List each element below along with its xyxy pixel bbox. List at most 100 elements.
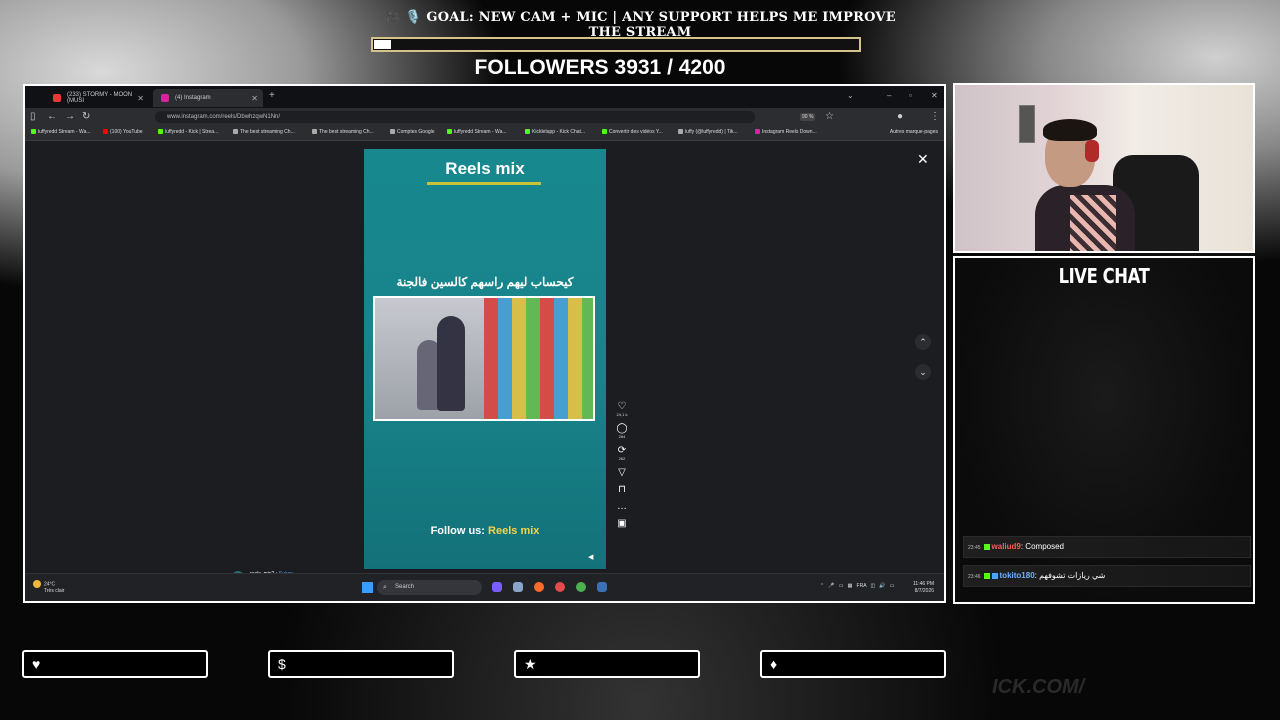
next-reel-button[interactable]: ⌄ <box>915 364 931 380</box>
video-scene-shelf <box>484 298 593 419</box>
address-bar: ▯ ← → ↻ www.instagram.com/reels/DbwhzqwN… <box>25 108 944 126</box>
other-bookmarks[interactable]: Autres marque-pages <box>890 129 938 135</box>
bookmark-item[interactable]: luffyredd Stream - Wa... <box>447 129 507 135</box>
share-icon[interactable]: ▽ <box>615 467 629 478</box>
bookmark-item[interactable]: The best streaming Ch... <box>312 129 374 135</box>
profile-icon[interactable]: ● <box>897 111 903 122</box>
menu-icon[interactable]: ⋮ <box>930 111 940 122</box>
reel-video-panel[interactable]: Reels mix كيحساب ليهم راسهم كالسين فالجن… <box>364 149 606 569</box>
kick-badge-icon <box>983 572 990 579</box>
bookmarks-bar: luffyredd Stream - Wa... (100) YouTube l… <box>25 126 944 141</box>
chat-time: 23:45 <box>968 545 981 551</box>
bookmark-item[interactable]: luffyredd - Kick | Strea... <box>158 129 218 135</box>
social-panel-drop: ♦ <box>760 650 946 678</box>
reel-video-frame[interactable] <box>373 296 595 421</box>
taskbar-clock[interactable]: 11:46 PM 8/7/2026 <box>913 581 934 595</box>
chat-username: tokito180 <box>999 571 1035 580</box>
close-window-button[interactable]: ✕ <box>931 91 938 100</box>
forward-button[interactable]: → <box>65 111 75 122</box>
bookmark-item[interactable]: The best streaming Ch... <box>233 129 295 135</box>
star-icon: ★ <box>524 656 537 672</box>
streamer-hair <box>1043 119 1097 141</box>
system-tray[interactable]: ⌃ 🎤 ▭ ▦ FRA ◫ 🔊 ▭ <box>820 583 894 589</box>
close-icon[interactable]: ✕ <box>917 151 929 168</box>
more-icon[interactable]: … <box>615 501 629 512</box>
reposts-count: 262 <box>618 456 626 461</box>
live-chat-title: LIVE CHAT <box>1058 264 1150 288</box>
reload-button[interactable]: ↻ <box>82 111 90 122</box>
reel-title: Reels mix <box>445 159 525 178</box>
heart-icon: ♥ <box>32 656 41 672</box>
kick-watermark: ICK.COM/ <box>992 676 1085 698</box>
clock-time: 11:46 PM <box>913 581 935 587</box>
sidebar-icon[interactable]: ▯ <box>30 111 36 122</box>
bookmark-item[interactable]: Instagram Reels Down... <box>755 129 817 135</box>
chrome-icon[interactable] <box>576 582 586 592</box>
dollar-icon: $ <box>278 656 286 672</box>
clock-date: 8/7/2026 <box>914 588 935 594</box>
live-chat-panel: LIVE CHAT 23:45 waliud9: Composed 23:46 to… <box>953 256 1255 604</box>
followers-counter: FOLLOWERS 3931 / 4200 <box>474 56 726 79</box>
back-button[interactable]: ← <box>47 111 57 122</box>
minimize-button[interactable]: – <box>887 91 891 100</box>
social-panel-dollar: $ <box>268 650 454 678</box>
likes-count: 24,1 k <box>616 412 628 417</box>
bookmark-star-icon[interactable]: ☆ <box>825 111 834 122</box>
title-underline <box>427 182 541 185</box>
language-indicator[interactable]: FRA <box>857 583 867 589</box>
previous-reel-button[interactable]: ⌃ <box>915 334 931 350</box>
tab-youtube[interactable]: (233) STORMY - MOON (MUSI ✕ <box>45 89 149 107</box>
steam-icon[interactable] <box>597 582 607 592</box>
follow-brand: Reels mix <box>488 525 540 537</box>
search-placeholder: Search <box>395 584 415 590</box>
close-tab-icon[interactable]: ✕ <box>137 94 144 103</box>
tab-label: (4) Instagram <box>175 95 211 101</box>
moon-icon <box>33 580 41 588</box>
weather-widget[interactable]: 24°C Très clair <box>33 580 64 595</box>
comments-count: 264 <box>618 434 626 439</box>
dropdown-icon[interactable]: ⌄ <box>847 91 854 100</box>
bookmark-item[interactable]: Comptes Google <box>390 129 435 135</box>
windows-taskbar: 24°C Très clair ⌕ Search ⌃ 🎤 ▭ ▦ FRA ◫ 🔊… <box>25 573 944 601</box>
zoom-badge[interactable]: 90 % <box>800 113 816 121</box>
discord-icon[interactable] <box>492 582 502 592</box>
bookmark-item[interactable]: luffyredd Stream - Wa... <box>31 129 91 135</box>
weather-status: Très clair <box>44 588 65 595</box>
repost-icon[interactable]: ⟳ <box>615 445 629 456</box>
audio-thumb-icon[interactable]: ▣ <box>615 518 629 529</box>
webcam-feed <box>953 83 1255 253</box>
windows-start-icon[interactable] <box>362 582 373 593</box>
file-explorer-icon[interactable] <box>513 582 523 592</box>
comment-icon[interactable]: ◯ <box>615 423 629 434</box>
bookmark-item[interactable]: Kickletapp - Kick Chat... <box>525 129 585 135</box>
save-icon[interactable]: ⊓ <box>615 484 629 495</box>
chat-username: waliud9 <box>991 542 1021 551</box>
temperature: 24°C <box>44 581 56 588</box>
bookmark-item[interactable]: luffy (@luffyredd) | Tik... <box>678 129 738 135</box>
subscriber-badge-icon <box>991 572 998 579</box>
url-input[interactable]: www.instagram.com/reels/DbwhzqwN1Nn/ <box>155 111 755 123</box>
social-panel-heart: ♥ <box>22 650 208 678</box>
follow-prefix: Follow us: <box>430 525 489 537</box>
bookmark-item[interactable]: Convertir des vidéos Y... <box>602 129 663 135</box>
obs-icon[interactable] <box>555 582 565 592</box>
browser-window: (233) STORMY - MOON (MUSI ✕ (4) Instagra… <box>23 84 946 603</box>
firefox-icon[interactable] <box>534 582 544 592</box>
reel-caption: كيحساب ليهم راسهم كالسين فالجنة <box>396 275 574 289</box>
headset <box>1085 140 1099 162</box>
taskbar-search[interactable]: ⌕ Search <box>377 580 482 595</box>
streamer-shirt <box>1070 195 1116 251</box>
kick-badge-icon <box>983 543 990 550</box>
tab-instagram[interactable]: (4) Instagram ✕ <box>153 89 263 107</box>
follow-us-text: Follow us: Reels mix <box>364 525 606 537</box>
sound-icon[interactable]: ◀ <box>588 553 593 561</box>
maximize-button[interactable]: ▫ <box>909 91 912 100</box>
wall-picture <box>1019 105 1035 143</box>
goal-progress-fill <box>374 40 391 49</box>
heart-icon[interactable]: ♡ <box>615 401 629 412</box>
bookmark-item[interactable]: (100) YouTube <box>103 129 143 135</box>
tab-bar: (233) STORMY - MOON (MUSI ✕ (4) Instagra… <box>25 86 944 108</box>
new-tab-button[interactable]: + <box>269 90 275 101</box>
social-panel-star: ★ <box>514 650 700 678</box>
close-tab-icon[interactable]: ✕ <box>251 94 258 103</box>
